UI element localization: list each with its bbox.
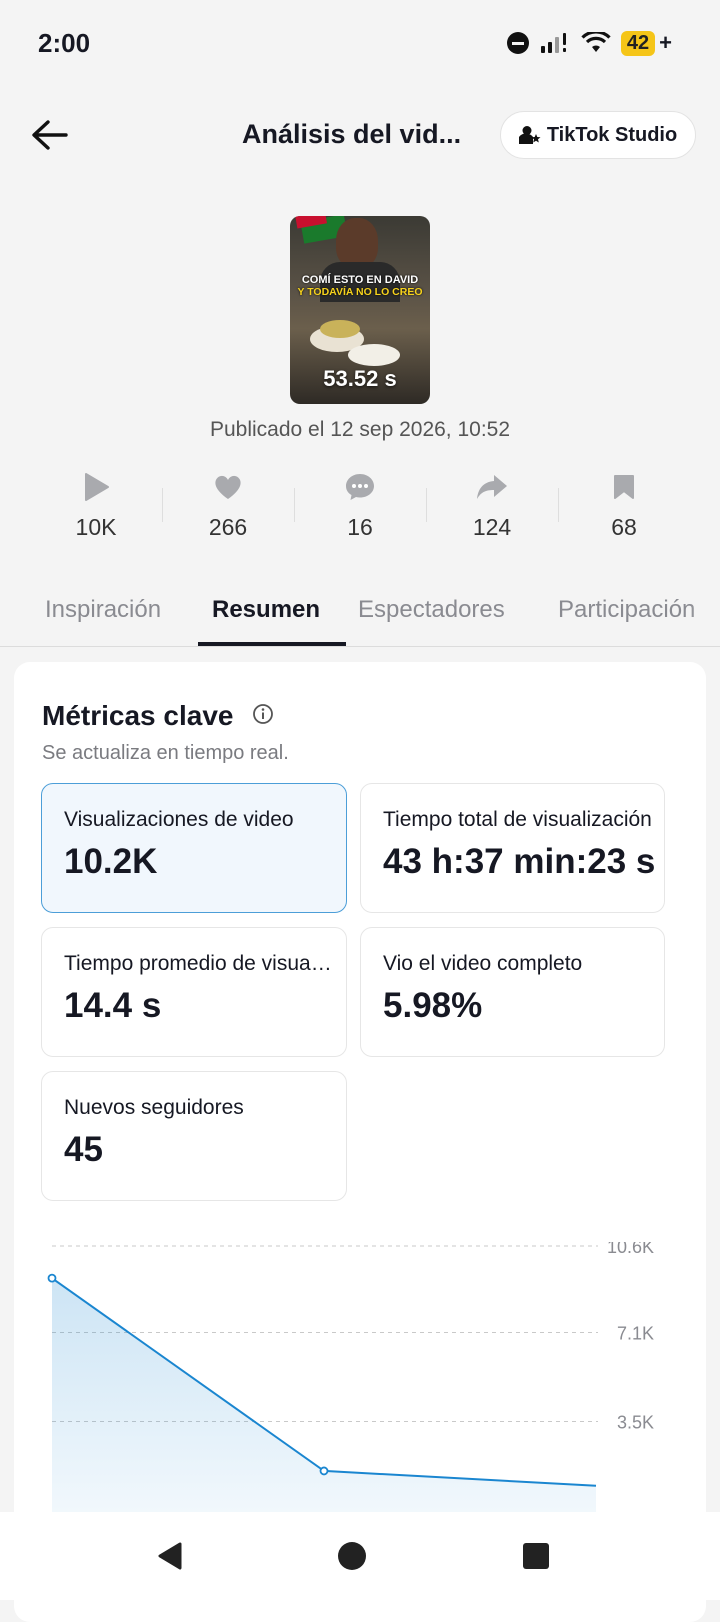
status-bar: 2:00 42 + xyxy=(0,0,720,90)
tab-scroll-fade xyxy=(690,578,720,644)
y-tick-label: 7.1K xyxy=(617,1324,654,1344)
metric-value: 45 xyxy=(64,1130,103,1169)
comment-icon xyxy=(346,474,374,500)
metric-label: Vio el video completo xyxy=(383,952,583,975)
thumbnail-caption-line2: Y TODAVÍA NO LO CREO xyxy=(297,286,423,298)
battery-level: 42 xyxy=(620,30,656,56)
back-arrow-icon xyxy=(32,120,68,150)
stats-row: 10K 266 16 124 68 xyxy=(30,470,690,550)
stat-saves-value: 68 xyxy=(611,514,637,540)
series-area xyxy=(52,1278,596,1542)
stat-views-value: 10K xyxy=(75,514,117,540)
tab-bar: Inspiración Resumen Espectadores Partici… xyxy=(0,578,720,647)
metric-label: Nuevos seguidores xyxy=(64,1096,244,1119)
status-time: 2:00 xyxy=(38,28,91,58)
nav-recents-button[interactable] xyxy=(516,1536,556,1576)
video-thumbnail[interactable]: COMÍ ESTO EN DAVID Y TODAVÍA NO LO CREO … xyxy=(290,216,430,404)
metric-new-followers[interactable]: Nuevos seguidores 45 xyxy=(41,1071,347,1201)
data-point xyxy=(319,1466,329,1476)
signal-icon xyxy=(540,33,566,53)
share-icon xyxy=(477,475,507,499)
active-tab-indicator xyxy=(198,642,346,646)
metric-label: Tiempo promedio de visualización xyxy=(64,952,334,975)
person-head xyxy=(336,218,378,268)
stat-comments-value: 16 xyxy=(347,514,373,540)
triangle-back-icon xyxy=(158,1542,182,1570)
heart-icon xyxy=(215,475,241,499)
info-icon[interactable] xyxy=(252,703,274,725)
tab-espectadores[interactable]: Espectadores xyxy=(358,596,505,624)
y-tick-label: 10.6K xyxy=(607,1242,654,1257)
metric-views[interactable]: Visualizaciones de video 10.2K xyxy=(41,783,347,913)
page-title: Análisis del vid... xyxy=(242,119,462,149)
stat-likes: 266 xyxy=(162,470,294,550)
metric-label: Visualizaciones de video xyxy=(64,808,294,831)
creator-icon xyxy=(518,126,541,144)
nav-home-button[interactable] xyxy=(332,1536,372,1576)
nav-back-button[interactable] xyxy=(150,1536,190,1576)
tab-participacion[interactable]: Participación xyxy=(558,596,695,624)
stat-shares-value: 124 xyxy=(472,514,512,540)
soup-bowl xyxy=(348,344,400,366)
metric-avg-watch-time[interactable]: Tiempo promedio de visualización 14.4 s xyxy=(41,927,347,1057)
tiktok-studio-button[interactable]: TikTok Studio xyxy=(500,111,696,159)
square-recents-icon xyxy=(523,1543,549,1569)
metric-value: 10.2K xyxy=(64,842,158,881)
stat-likes-value: 266 xyxy=(208,514,248,540)
thumbnail-caption-line1: COMÍ ESTO EN DAVID xyxy=(301,274,419,286)
wifi-icon xyxy=(581,32,611,52)
views-chart: 10.6K 7.1K 3.5K xyxy=(47,1242,654,1542)
play-icon xyxy=(85,473,109,501)
circle-home-icon xyxy=(338,1542,366,1570)
tab-inspiracion[interactable]: Inspiración xyxy=(45,596,161,624)
tiktok-studio-label: TikTok Studio xyxy=(546,123,678,146)
stat-views: 10K xyxy=(30,470,162,550)
food xyxy=(320,320,360,338)
key-metrics-card: Métricas clave Se actualiza en tiempo re… xyxy=(14,662,706,1622)
back-button[interactable] xyxy=(28,115,72,155)
metric-label: Tiempo total de visualización xyxy=(383,808,652,831)
metric-value: 5.98% xyxy=(383,986,483,1025)
bookmark-icon xyxy=(614,475,634,499)
published-date: Publicado el 12 sep 2026, 10:52 xyxy=(209,418,511,441)
stat-saves: 68 xyxy=(558,470,690,550)
card-title: Métricas clave xyxy=(42,700,234,731)
stat-shares: 124 xyxy=(426,470,558,550)
metric-watched-full[interactable]: Vio el video completo 5.98% xyxy=(360,927,665,1057)
card-subtitle: Se actualiza en tiempo real. xyxy=(42,742,289,764)
tab-resumen[interactable]: Resumen xyxy=(212,596,320,624)
data-point xyxy=(47,1273,57,1283)
metric-value: 43 h:37 min:23 s xyxy=(383,842,656,881)
charging-plus-icon: + xyxy=(659,30,672,55)
video-duration: 53.52 s xyxy=(323,366,397,391)
status-icons: 42 + xyxy=(506,30,672,56)
metric-total-watch-time[interactable]: Tiempo total de visualización 43 h:37 mi… xyxy=(360,783,665,913)
metric-value: 14.4 s xyxy=(64,986,162,1025)
system-nav-bar xyxy=(0,1512,720,1600)
y-tick-label: 3.5K xyxy=(617,1412,654,1432)
do-not-disturb-icon xyxy=(506,32,529,54)
stat-comments: 16 xyxy=(294,470,426,550)
header: Análisis del vid... TikTok Studio xyxy=(0,105,720,165)
